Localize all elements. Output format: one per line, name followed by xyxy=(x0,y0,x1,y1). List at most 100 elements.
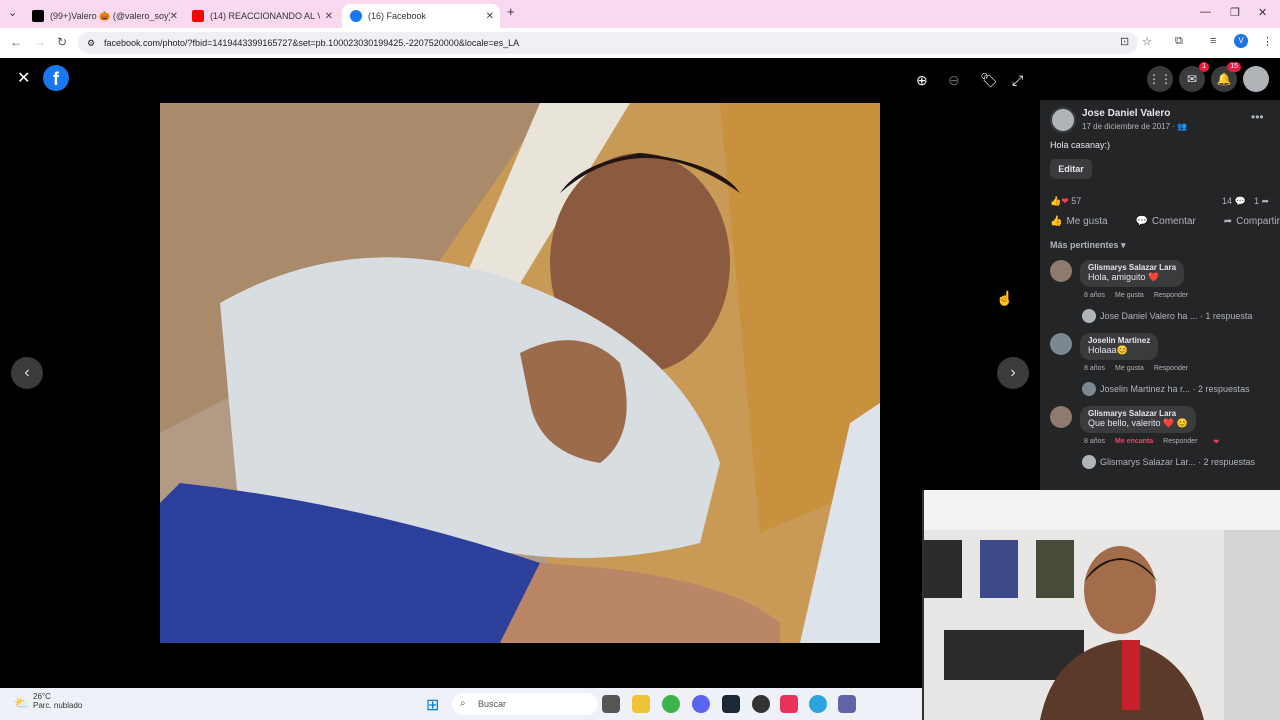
tab-youtube[interactable]: (14) REACCIONANDO AL VIDEO ✕ xyxy=(184,4,339,28)
profile-avatar[interactable]: V xyxy=(1234,34,1248,48)
taskbar-search[interactable]: ⌕ Buscar xyxy=(452,693,598,715)
comment-love-button[interactable]: Me encanta xyxy=(1115,438,1153,446)
comment-reply-button[interactable]: Responder xyxy=(1163,438,1197,446)
tab-title: (16) Facebook xyxy=(368,11,427,21)
share-button[interactable]: ➦ Compartir xyxy=(1224,216,1280,227)
chrome-icon[interactable] xyxy=(662,695,680,713)
love-reaction-icon: ❤ xyxy=(1061,196,1069,206)
comment-text: Holaaa😊 xyxy=(1088,345,1128,355)
new-tab-icon[interactable]: + xyxy=(507,4,515,19)
view-replies-link[interactable]: Jose Daniel Valero ha ... · 1 respuesta xyxy=(1082,309,1252,323)
notifications-icon[interactable]: 🔔 15 xyxy=(1211,62,1241,92)
like-button[interactable]: 👍 Me gusta xyxy=(1050,216,1108,227)
shares-count: 1 xyxy=(1254,196,1260,206)
post-panel: ⋮⋮ ✉ 1 🔔 15 Jose Daniel Valero 17 de dicie… xyxy=(1040,58,1280,490)
comment-label: Comentar xyxy=(1151,216,1196,227)
author-avatar[interactable] xyxy=(1050,107,1076,133)
close-icon[interactable]: ✕ xyxy=(170,11,178,22)
forward-icon[interactable]: → xyxy=(34,35,46,49)
commenter-name[interactable]: Joselin Martinez xyxy=(1088,336,1150,345)
commenter-avatar[interactable] xyxy=(1050,260,1072,282)
tag-icon[interactable]: 🏷 xyxy=(980,72,998,89)
tab-title: (99+)Valero 🎃 (@valero_soy) | xyxy=(50,10,170,21)
share-arrow-icon: ➦ xyxy=(1223,216,1233,227)
comment-bubble-icon: 💬 xyxy=(1135,216,1148,227)
comment-filter[interactable]: Más pertinentes ▾ xyxy=(1050,240,1126,251)
comment-reply-button[interactable]: Responder xyxy=(1154,365,1188,372)
obs-icon[interactable] xyxy=(752,695,770,713)
back-icon[interactable]: ← xyxy=(10,35,22,49)
comment-bubble: Glismarys Salazar Lara Hola, amiguito ❤️ xyxy=(1080,260,1185,287)
photo xyxy=(160,103,880,643)
close-icon[interactable]: ✕ xyxy=(17,68,30,88)
view-replies-link[interactable]: Glismarys Salazar Lar... · 2 respuestas xyxy=(1082,455,1255,469)
filter-label: Más pertinentes xyxy=(1050,240,1119,250)
windows-start-icon[interactable]: ⊞ xyxy=(426,695,439,715)
messenger-icon[interactable]: ✉ 1 xyxy=(1179,62,1209,92)
windows-taskbar: ⛅ 26°C Parc. nublado ⊞ ⌕ Buscar xyxy=(0,688,922,720)
file-explorer-icon[interactable] xyxy=(632,695,650,713)
tab-facebook[interactable]: (16) Facebook ✕ xyxy=(342,4,500,28)
comment-age[interactable]: 8 años xyxy=(1084,292,1105,299)
comment-age[interactable]: 8 años xyxy=(1084,365,1105,372)
url-text: facebook.com/photo/?fbid=141944339916572… xyxy=(104,38,520,48)
star-icon[interactable]: ☆ xyxy=(1142,35,1152,48)
comment-like-button[interactable]: Me gusta xyxy=(1115,292,1144,299)
comment-meta: 8 años Me encanta Responder ❤ xyxy=(1084,438,1219,446)
facebook-logo-icon[interactable]: f xyxy=(43,65,69,91)
tiktok-icon xyxy=(32,10,44,22)
tab-list-icon[interactable]: ⌄ xyxy=(8,6,17,19)
steam-icon[interactable] xyxy=(722,695,740,713)
share-icon: ➦ xyxy=(1261,196,1270,206)
close-icon[interactable]: ✕ xyxy=(486,11,494,22)
comments-summary[interactable]: 14 💬 xyxy=(1222,196,1246,207)
fullscreen-icon[interactable]: ⤢ xyxy=(1012,72,1023,89)
zoom-in-icon[interactable]: ⊕ xyxy=(916,72,928,89)
commenter-avatar[interactable] xyxy=(1050,333,1072,355)
reload-icon[interactable]: ↻ xyxy=(57,35,67,49)
post-caption: Hola casanay:) xyxy=(1050,140,1111,150)
author-name[interactable]: Jose Daniel Valero xyxy=(1082,108,1170,119)
task-view-icon[interactable] xyxy=(602,695,620,713)
comment-reply-button[interactable]: Responder xyxy=(1154,292,1188,299)
teams-icon[interactable] xyxy=(838,695,856,713)
minimize-icon[interactable]: — xyxy=(1200,6,1211,18)
comment-bubble: Glismarys Salazar Lara Que bello, valeri… xyxy=(1080,406,1196,433)
close-window-icon[interactable]: ✕ xyxy=(1258,6,1267,19)
weather-widget[interactable]: 26°C Parc. nublado xyxy=(33,692,82,710)
next-photo-button[interactable]: › xyxy=(997,357,1029,389)
edit-button[interactable]: Editar xyxy=(1050,159,1092,179)
shares-summary[interactable]: 1 ➦ xyxy=(1254,196,1269,207)
comment-bubble: Joselin Martinez Holaaa😊 xyxy=(1080,333,1159,360)
replies-summary: Joselin Martinez ha r... · 2 respuestas xyxy=(1100,384,1250,394)
capcut-icon[interactable] xyxy=(780,695,798,713)
notifications-badge: 15 xyxy=(1227,62,1241,72)
extensions-icon[interactable]: ⧉ xyxy=(1175,35,1183,48)
address-bar[interactable]: ⚙ facebook.com/photo/?fbid=1419443399165… xyxy=(78,32,1138,54)
close-icon[interactable]: ✕ xyxy=(325,11,333,22)
restore-icon[interactable]: ❐ xyxy=(1230,6,1240,19)
share-label: Compartir xyxy=(1236,216,1280,227)
telegram-icon[interactable] xyxy=(809,695,827,713)
install-icon[interactable]: ⊡ xyxy=(1120,35,1129,48)
previous-photo-button[interactable]: ‹ xyxy=(11,357,43,389)
post-date[interactable]: 17 de diciembre de 2017 · 👥 xyxy=(1082,122,1187,131)
menu-icon[interactable]: ⋮ xyxy=(1262,35,1273,48)
view-replies-link[interactable]: Joselin Martinez ha r... · 2 respuestas xyxy=(1082,382,1250,396)
more-options-icon[interactable]: ••• xyxy=(1251,110,1264,124)
comment-button[interactable]: 💬 Comentar xyxy=(1135,216,1195,227)
comment-age[interactable]: 8 años xyxy=(1084,438,1105,446)
commenter-name[interactable]: Glismarys Salazar Lara xyxy=(1088,263,1176,272)
hand-cursor-icon: ☝ xyxy=(996,290,1014,306)
zoom-out-icon[interactable]: ⊖ xyxy=(948,72,960,89)
media-icon[interactable]: ≡ xyxy=(1210,35,1216,47)
discord-icon[interactable] xyxy=(692,695,710,713)
commenter-avatar[interactable] xyxy=(1050,406,1072,428)
tab-tiktok[interactable]: (99+)Valero 🎃 (@valero_soy) | ✕ xyxy=(24,4,184,28)
site-info-icon[interactable]: ⚙ xyxy=(87,32,95,54)
commenter-name[interactable]: Glismarys Salazar Lara xyxy=(1088,409,1188,418)
account-avatar[interactable] xyxy=(1243,66,1269,92)
comment-like-button[interactable]: Me gusta xyxy=(1115,365,1144,372)
reactions-summary[interactable]: 👍❤ 57 xyxy=(1050,196,1081,207)
menu-grid-icon[interactable]: ⋮⋮ xyxy=(1147,66,1173,92)
